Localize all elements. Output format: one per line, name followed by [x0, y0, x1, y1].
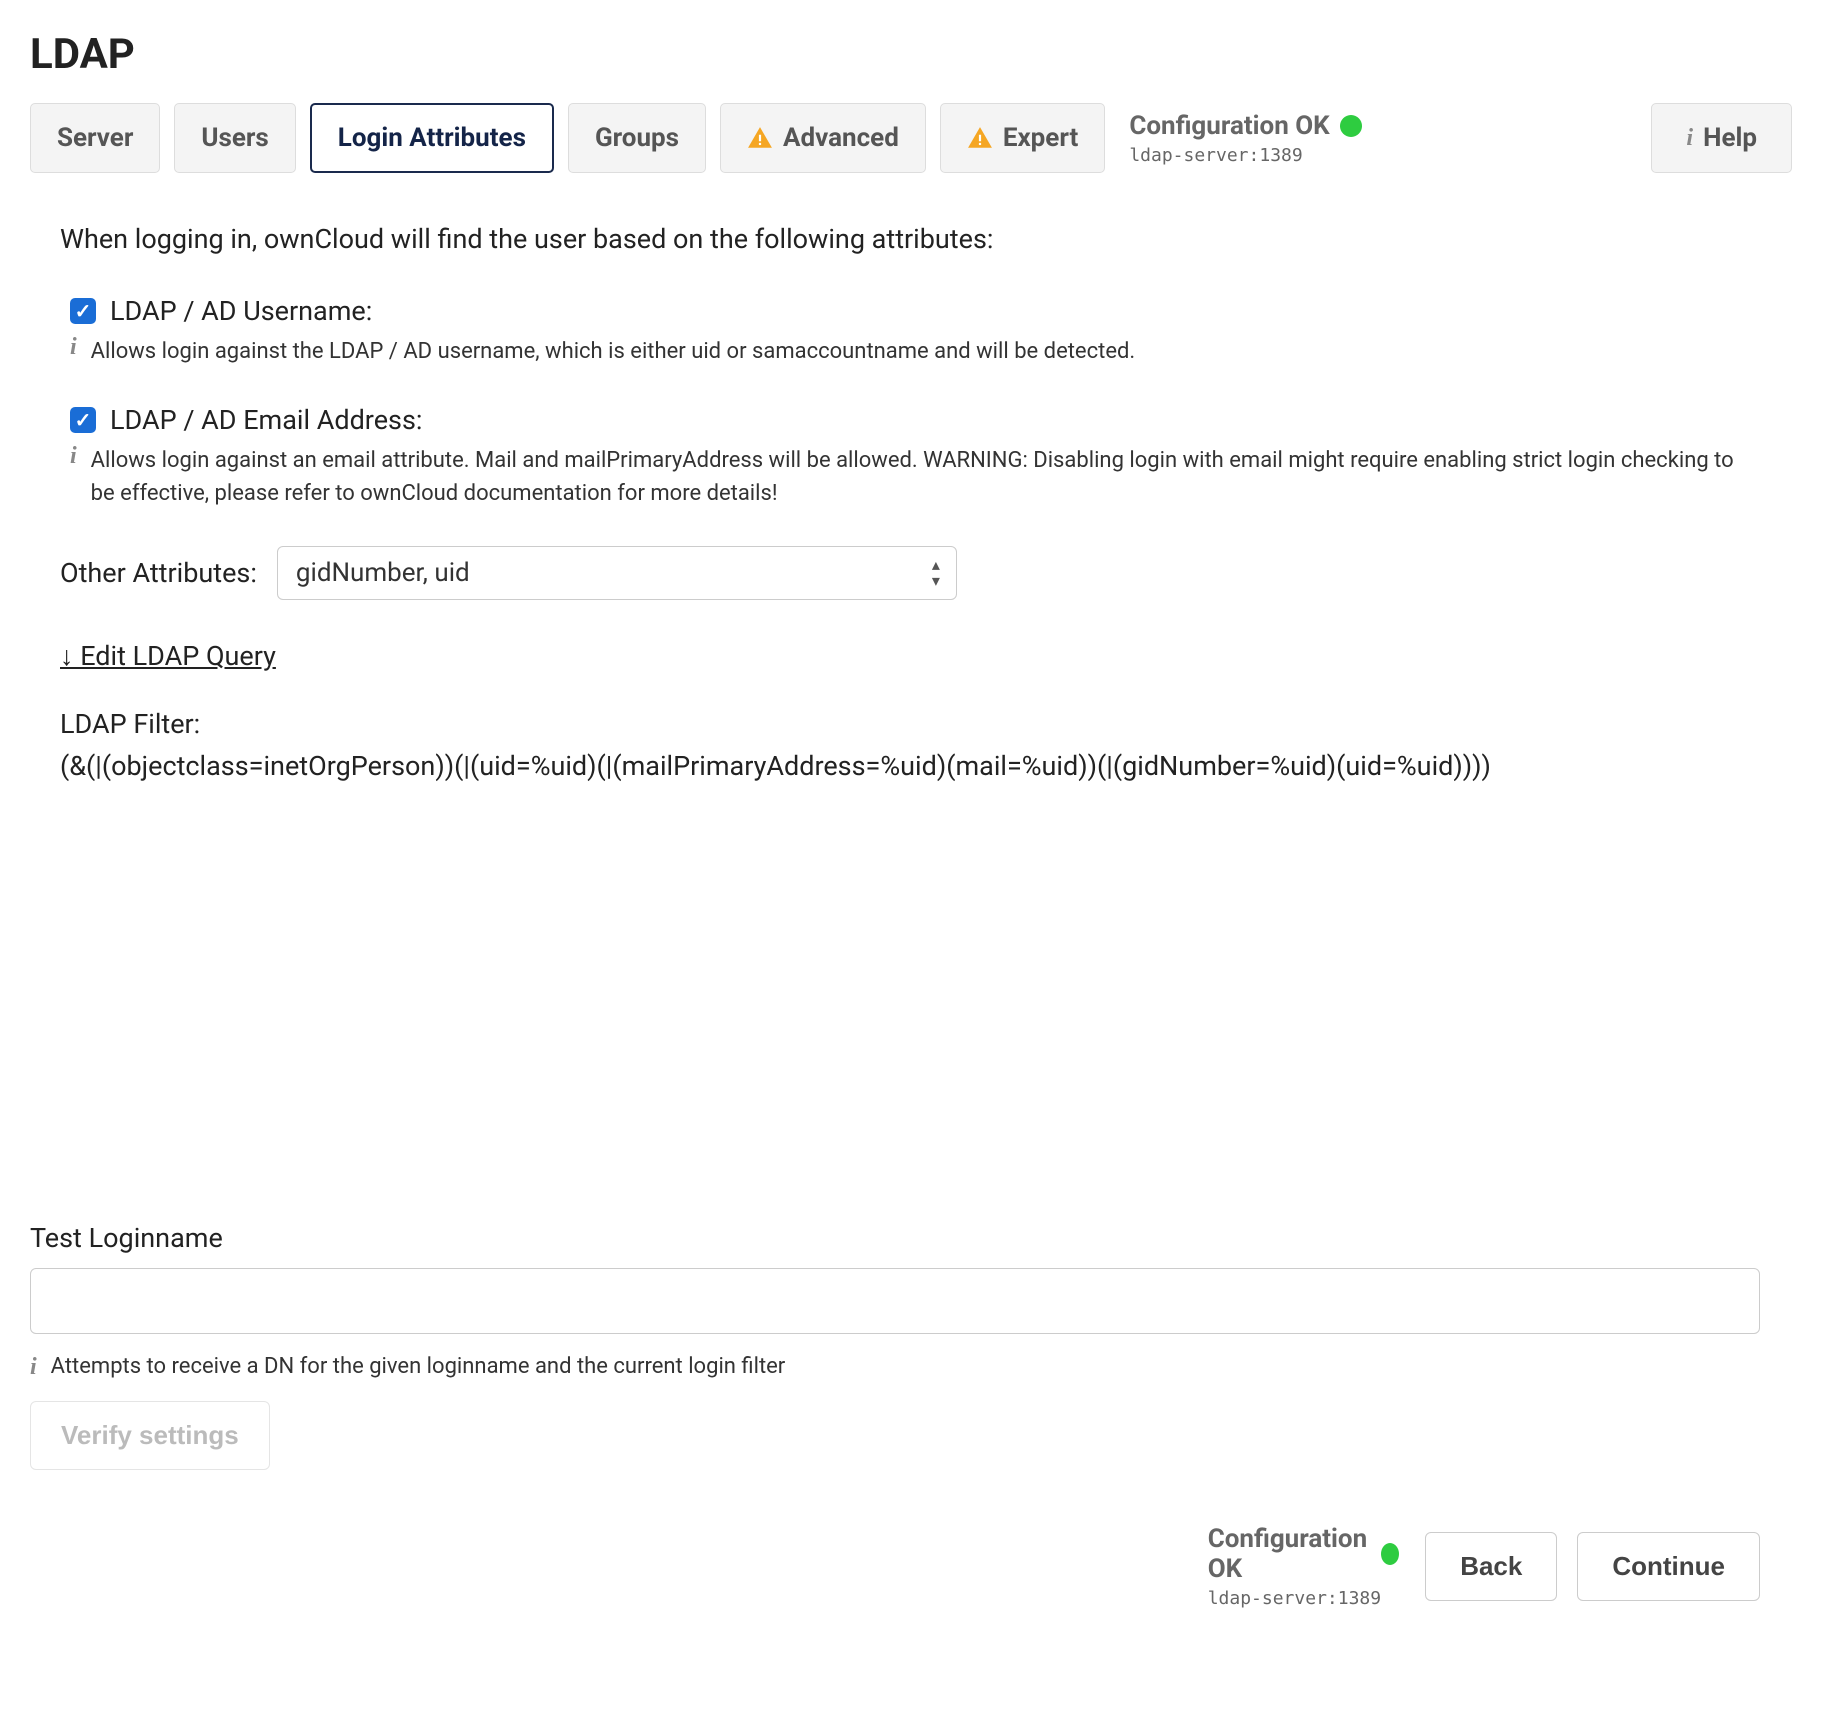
continue-button[interactable]: Continue	[1577, 1532, 1760, 1601]
tab-server[interactable]: Server	[30, 103, 160, 173]
help-label: Help	[1703, 123, 1757, 153]
content-area: When logging in, ownCloud will find the …	[30, 223, 1790, 1609]
username-help-text: Allows login against the LDAP / AD usern…	[91, 335, 1136, 368]
warning-icon	[747, 125, 773, 151]
help-button[interactable]: i Help	[1651, 103, 1792, 173]
test-loginname-input[interactable]	[30, 1268, 1760, 1334]
tab-groups[interactable]: Groups	[568, 103, 706, 173]
tab-expert-label: Expert	[1003, 123, 1078, 153]
tab-advanced-label: Advanced	[783, 123, 899, 153]
tab-advanced[interactable]: Advanced	[720, 103, 926, 173]
tab-login-attributes[interactable]: Login Attributes	[310, 103, 554, 173]
other-attributes-value: gidNumber, uid	[296, 558, 470, 588]
email-checkbox[interactable]: ✓	[70, 407, 96, 433]
test-loginname-help: Attempts to receive a DN for the given l…	[51, 1350, 786, 1383]
status-ok-icon	[1381, 1543, 1399, 1565]
info-icon: i	[70, 444, 77, 468]
email-checkbox-label: LDAP / AD Email Address:	[110, 404, 422, 436]
info-icon: i	[70, 335, 77, 359]
tabs-bar: Server Users Login Attributes Groups Adv…	[30, 103, 1792, 173]
tab-expert[interactable]: Expert	[940, 103, 1105, 173]
edit-ldap-query-link[interactable]: ↓ Edit LDAP Query	[60, 640, 276, 672]
status-ok-icon	[1340, 115, 1362, 137]
config-status-footer: Configuration OK ldap-server:1389	[1208, 1524, 1405, 1609]
verify-settings-button[interactable]: Verify settings	[30, 1401, 270, 1470]
info-icon: i	[30, 1355, 37, 1379]
other-attributes-select[interactable]: gidNumber, uid ▴▾	[277, 546, 957, 600]
ldap-filter-label: LDAP Filter:	[60, 708, 1760, 740]
config-status-label: Configuration OK	[1208, 1524, 1372, 1584]
config-status-detail: ldap-server:1389	[1129, 145, 1627, 166]
username-checkbox-label: LDAP / AD Username:	[110, 295, 372, 327]
config-status: Configuration OK ldap-server:1389	[1119, 103, 1637, 173]
back-button[interactable]: Back	[1425, 1532, 1557, 1601]
info-icon: i	[1686, 126, 1693, 150]
username-checkbox[interactable]: ✓	[70, 298, 96, 324]
config-status-label: Configuration OK	[1129, 111, 1329, 141]
footer: Configuration OK ldap-server:1389 Back C…	[60, 1524, 1760, 1609]
intro-text: When logging in, ownCloud will find the …	[60, 223, 1760, 255]
select-caret-icon: ▴▾	[932, 557, 938, 589]
config-status-detail: ldap-server:1389	[1208, 1588, 1399, 1609]
ldap-filter-value: (&(|(objectclass=inetOrgPerson))(|(uid=%…	[60, 750, 1760, 782]
tab-users[interactable]: Users	[174, 103, 295, 173]
email-help-text: Allows login against an email attribute.…	[91, 444, 1760, 510]
warning-icon	[967, 125, 993, 151]
test-loginname-label: Test Loginname	[30, 1222, 1760, 1254]
page-title: LDAP	[30, 30, 1792, 79]
other-attributes-label: Other Attributes:	[60, 557, 257, 589]
